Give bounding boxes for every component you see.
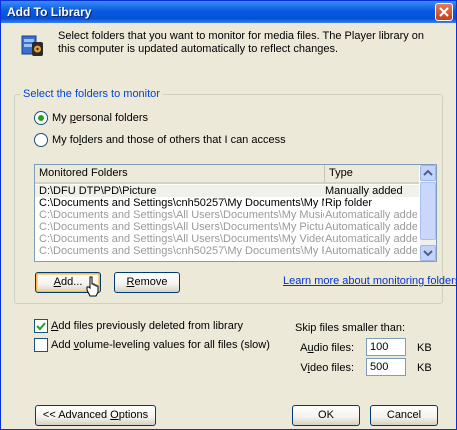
skip-files-label: Skip files smaller than: [295, 322, 406, 334]
folder-path: C:\Documents and Settings\cnh50257\My Do… [39, 197, 324, 209]
folder-path: C:\Documents and Settings\All Users\Docu… [39, 221, 324, 233]
folders-group-label: Select the folders to monitor [20, 88, 163, 100]
monitored-folders-list[interactable]: Monitored Folders Type D:\DFU DTP\PD\Pic… [34, 164, 437, 262]
close-button[interactable] [435, 3, 453, 21]
label-part: A [300, 342, 308, 354]
radio-label-personal: My personal folders [52, 111, 148, 125]
checkbox-label-leveling: Add volume-leveling values for all files… [51, 338, 270, 352]
checkbox-label-deleted: Add files previously deleted from librar… [51, 319, 243, 333]
folder-type: Automatically added [325, 245, 417, 257]
table-row[interactable]: D:\DFU DTP\PD\Picture Manually added [35, 185, 419, 197]
label-part: dd files previously deleted from library [58, 320, 243, 332]
label-part: ersonal folders [75, 112, 149, 124]
vertical-scrollbar[interactable] [420, 165, 436, 261]
label-part: ders and those of others that I can acce… [81, 134, 286, 146]
label-part: olume-leveling values for all files (slo… [79, 339, 270, 351]
intro-description: Select folders that you want to monitor … [58, 30, 425, 55]
table-row[interactable]: C:\Documents and Settings\All Users\Docu… [35, 233, 419, 245]
button-label: << Advanced [42, 409, 111, 421]
label-part: My [52, 112, 70, 124]
table-row[interactable]: C:\Documents and Settings\All Users\Docu… [35, 209, 419, 221]
video-files-label: Video files: [294, 362, 354, 374]
checkbox-checked[interactable] [34, 319, 48, 333]
close-icon [439, 7, 449, 17]
hand-cursor-icon [86, 276, 99, 297]
label-part: V [300, 362, 308, 374]
folder-type: Manually added [325, 185, 403, 197]
media-library-icon [21, 35, 43, 56]
folder-type: Rip folder [325, 197, 373, 209]
radio-button-checked[interactable] [34, 111, 48, 125]
list-header: Monitored Folders Type [35, 165, 419, 184]
scrollbar-thumb[interactable] [420, 182, 436, 240]
video-unit-label: KB [417, 362, 432, 374]
button-label: emove [134, 276, 168, 288]
table-row[interactable]: C:\Documents and Settings\All Users\Docu… [35, 221, 419, 233]
label-part: My fo [52, 134, 79, 146]
button-accelerator: A [53, 276, 61, 288]
ok-button[interactable]: OK [292, 405, 360, 426]
checkbox[interactable] [34, 338, 48, 352]
cancel-button[interactable]: Cancel [370, 405, 438, 426]
window-title: Add To Library [7, 5, 92, 19]
checkmark-icon [36, 322, 46, 331]
button-label: dd... [60, 276, 83, 288]
radio-button[interactable] [34, 133, 48, 147]
chevron-up-icon [423, 169, 433, 176]
title-bar[interactable]: Add To Library [1, 1, 456, 23]
audio-files-label: Audio files: [294, 342, 354, 354]
button-accelerator: O [110, 409, 119, 421]
label-part: deo files: [309, 362, 354, 374]
folder-type: Automatically added [325, 221, 417, 233]
learn-more-link[interactable]: Learn more about monitoring folders [283, 275, 457, 287]
remove-button[interactable]: Remove [114, 272, 180, 293]
audio-size-input[interactable]: 100 [366, 338, 406, 356]
folder-path: C:\Documents and Settings\All Users\Docu… [39, 233, 324, 245]
folder-type: Automatically added [325, 209, 417, 221]
chevron-down-icon [423, 250, 433, 257]
label-part: dio files: [313, 342, 354, 354]
button-label: ptions [118, 409, 149, 421]
radio-label-others: My folders and those of others that I ca… [52, 133, 286, 147]
folder-path: C:\Documents and Settings\cnh50257\My Do… [39, 245, 324, 257]
column-header-type[interactable]: Type [325, 165, 419, 182]
label-part: Add [51, 339, 74, 351]
audio-unit-label: KB [417, 342, 432, 354]
table-row[interactable]: C:\Documents and Settings\cnh50257\My Do… [35, 197, 419, 209]
scroll-down-button[interactable] [420, 245, 436, 261]
scroll-up-button[interactable] [420, 165, 436, 181]
advanced-options-button[interactable]: << Advanced Options [35, 405, 156, 426]
column-header-monitored-folders[interactable]: Monitored Folders [35, 165, 325, 182]
video-size-input[interactable]: 500 [366, 358, 406, 376]
folder-path: C:\Documents and Settings\All Users\Docu… [39, 209, 324, 221]
folder-type: Automatically added [325, 233, 417, 245]
table-row[interactable]: C:\Documents and Settings\cnh50257\My Do… [35, 245, 419, 257]
folder-path: D:\DFU DTP\PD\Picture [39, 185, 157, 197]
